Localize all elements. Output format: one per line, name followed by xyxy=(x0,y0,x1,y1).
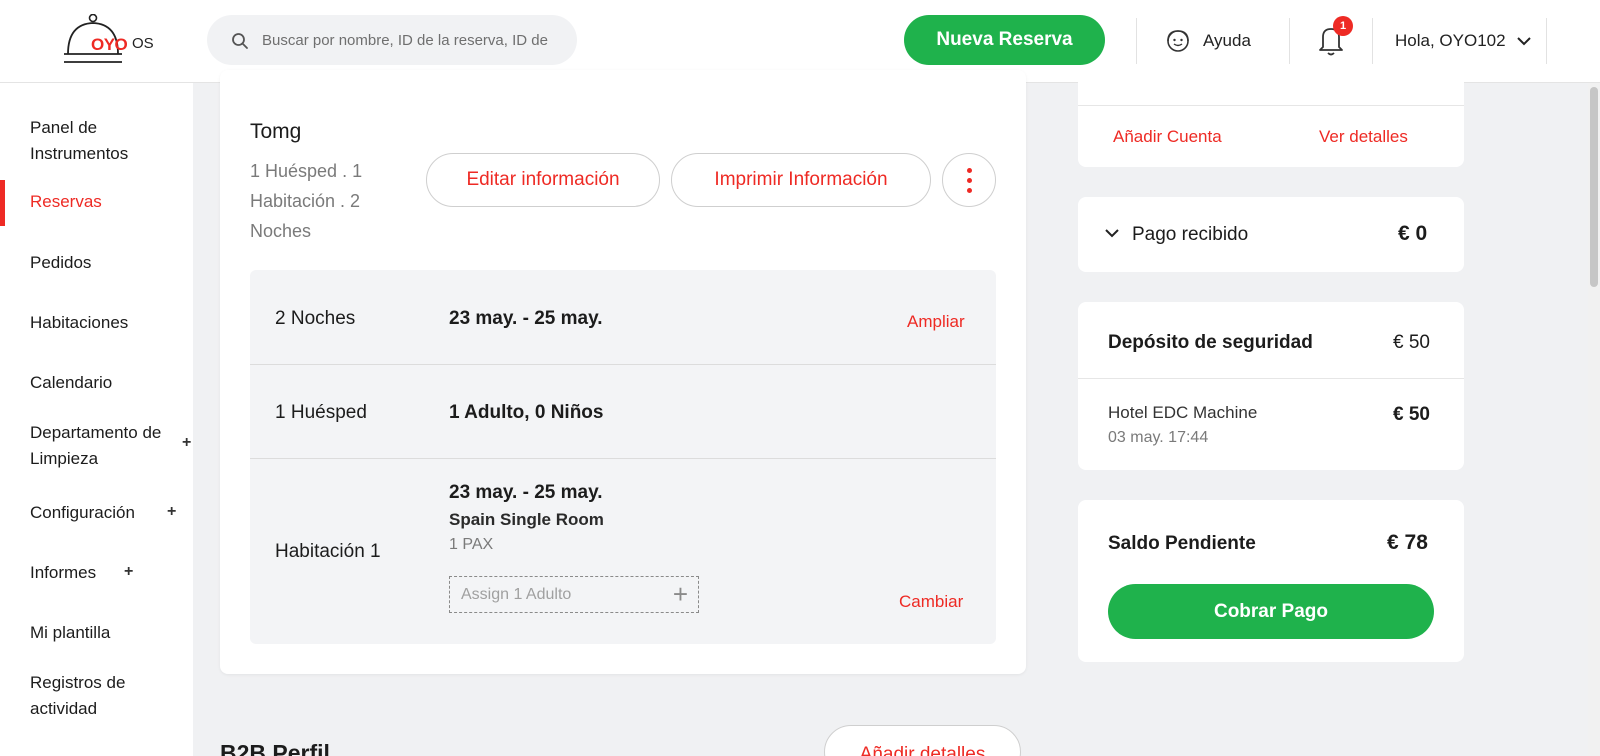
card-divider xyxy=(1078,105,1464,106)
pending-balance-card: Saldo Pendiente € 78 Cobrar Pago xyxy=(1078,500,1464,662)
stay-dates: 23 may. - 25 may. xyxy=(449,308,603,329)
expand-plus-icon[interactable]: + xyxy=(167,503,176,521)
search-icon xyxy=(232,33,248,49)
page-scrollbar[interactable] xyxy=(1588,83,1600,756)
sidebar-item-label: Mi plantilla xyxy=(30,623,111,642)
logo-os-text: OS xyxy=(132,35,154,52)
assign-guest-field[interactable]: Assign 1 Adulto + xyxy=(449,576,699,613)
new-booking-button[interactable]: Nueva Reserva xyxy=(904,15,1105,65)
sidebar-item-orders[interactable]: Pedidos xyxy=(0,250,193,280)
oyo-logo[interactable]: OYO OS xyxy=(63,13,163,66)
sidebar-item-reports[interactable]: Informes + xyxy=(0,560,193,590)
active-nav-indicator xyxy=(0,180,5,226)
guests-value: 1 Adulto, 0 Niños xyxy=(449,402,604,423)
room-type: Spain Single Room xyxy=(449,510,604,529)
sidebar-item-label: Pedidos xyxy=(30,253,92,272)
scrollbar-thumb[interactable] xyxy=(1590,87,1598,287)
add-account-link[interactable]: Añadir Cuenta xyxy=(1113,127,1222,147)
deposit-value: € 50 xyxy=(1393,332,1430,353)
search-bar[interactable] xyxy=(207,15,577,65)
user-greeting: Hola, OYO102 xyxy=(1395,31,1506,50)
search-input[interactable] xyxy=(262,15,562,65)
room-label: Habitación 1 xyxy=(275,541,381,562)
nights-label: 2 Noches xyxy=(275,308,356,329)
edit-info-button[interactable]: Editar información xyxy=(426,153,660,207)
room-pax: 1 PAX xyxy=(449,536,494,553)
sidebar-item-label: Habitaciones xyxy=(30,313,129,332)
header-divider xyxy=(1136,18,1137,64)
b2b-profile-title: B2B Perfil xyxy=(220,740,330,756)
payment-received-value: € 0 xyxy=(1398,222,1428,245)
payment-received-card[interactable]: Pago recibido € 0 xyxy=(1078,197,1464,272)
chevron-down-icon xyxy=(1516,37,1531,46)
nav-indicator xyxy=(0,115,5,167)
expand-plus-icon[interactable]: + xyxy=(182,434,191,452)
notifications-button[interactable]: 1 xyxy=(1316,16,1353,62)
chevron-down-icon[interactable] xyxy=(1104,228,1120,238)
sidebar-item-label: Configuración xyxy=(30,503,135,522)
deposit-hotel-name: Hotel EDC Machine xyxy=(1108,403,1258,422)
booking-summary: 1 Huésped . 1 Habitación . 2 Noches xyxy=(250,161,363,241)
sidebar-item-staff[interactable]: Mi plantilla xyxy=(0,620,193,650)
more-options-button[interactable] xyxy=(942,153,996,207)
sidebar-item-calendar[interactable]: Calendario xyxy=(0,370,193,400)
pending-balance-label: Saldo Pendiente xyxy=(1108,533,1256,554)
guests-label: 1 Huésped xyxy=(275,402,367,423)
help-link[interactable]: Ayuda xyxy=(1165,26,1251,56)
guest-name: Tomg xyxy=(250,120,302,143)
sidebar-item-label: Reservas xyxy=(30,192,102,211)
account-card: Añadir Cuenta Ver detalles xyxy=(1078,70,1464,167)
pending-balance-value: € 78 xyxy=(1387,531,1428,554)
sidebar-item-settings[interactable]: Configuración + xyxy=(0,500,193,530)
header-divider xyxy=(1372,18,1373,64)
print-info-button[interactable]: Imprimir Información xyxy=(671,153,931,207)
row-divider xyxy=(250,364,996,365)
notification-badge: 1 xyxy=(1333,16,1353,36)
sidebar-item-label: Panel de Instrumentos xyxy=(30,118,129,163)
header-divider xyxy=(1546,18,1547,64)
sidebar-item-housekeeping[interactable]: Departamento de Limpieza + xyxy=(0,420,193,472)
help-label: Ayuda xyxy=(1203,31,1251,50)
row-divider xyxy=(250,458,996,459)
sidebar-item-label: Registros de actividad xyxy=(30,673,126,718)
payment-received-label: Pago recibido xyxy=(1132,224,1249,245)
extend-link[interactable]: Ampliar xyxy=(907,312,965,332)
support-icon xyxy=(1167,30,1189,52)
sidebar-item-label: Departamento de Limpieza xyxy=(30,423,162,468)
collect-payment-button[interactable]: Cobrar Pago xyxy=(1108,584,1434,639)
card-divider xyxy=(1078,378,1464,379)
sidebar-item-dashboard[interactable]: Panel de Instrumentos xyxy=(0,115,193,167)
kebab-dot xyxy=(966,187,972,193)
sidebar-item-rooms[interactable]: Habitaciones xyxy=(0,310,193,340)
sidebar-item-bookings[interactable]: Reservas xyxy=(0,180,193,226)
plus-icon: + xyxy=(672,579,688,609)
change-room-link[interactable]: Cambiar xyxy=(899,592,963,612)
kebab-dot xyxy=(966,177,972,183)
user-menu[interactable]: Hola, OYO102 xyxy=(1395,26,1532,56)
deposit-date: 03 may. 17:44 xyxy=(1108,429,1209,446)
sidebar-item-label: Informes xyxy=(30,563,97,582)
expand-plus-icon[interactable]: + xyxy=(124,563,133,581)
deposit-hotel-value: € 50 xyxy=(1393,404,1430,425)
sidebar-item-activity-logs[interactable]: Registros de actividad xyxy=(0,670,193,722)
assign-placeholder: Assign 1 Adulto xyxy=(461,585,572,603)
add-details-button[interactable]: Añadir detalles xyxy=(824,725,1021,756)
deposit-label: Depósito de seguridad xyxy=(1108,332,1313,353)
header-divider xyxy=(1289,18,1290,64)
security-deposit-card: Depósito de seguridad € 50 Hotel EDC Mac… xyxy=(1078,302,1464,470)
room-dates: 23 may. - 25 may. xyxy=(449,482,603,503)
logo-oyo-text: OYO xyxy=(91,35,128,54)
view-details-link[interactable]: Ver detalles xyxy=(1319,127,1408,147)
sidebar-item-label: Calendario xyxy=(30,373,113,392)
kebab-dot xyxy=(966,167,972,173)
